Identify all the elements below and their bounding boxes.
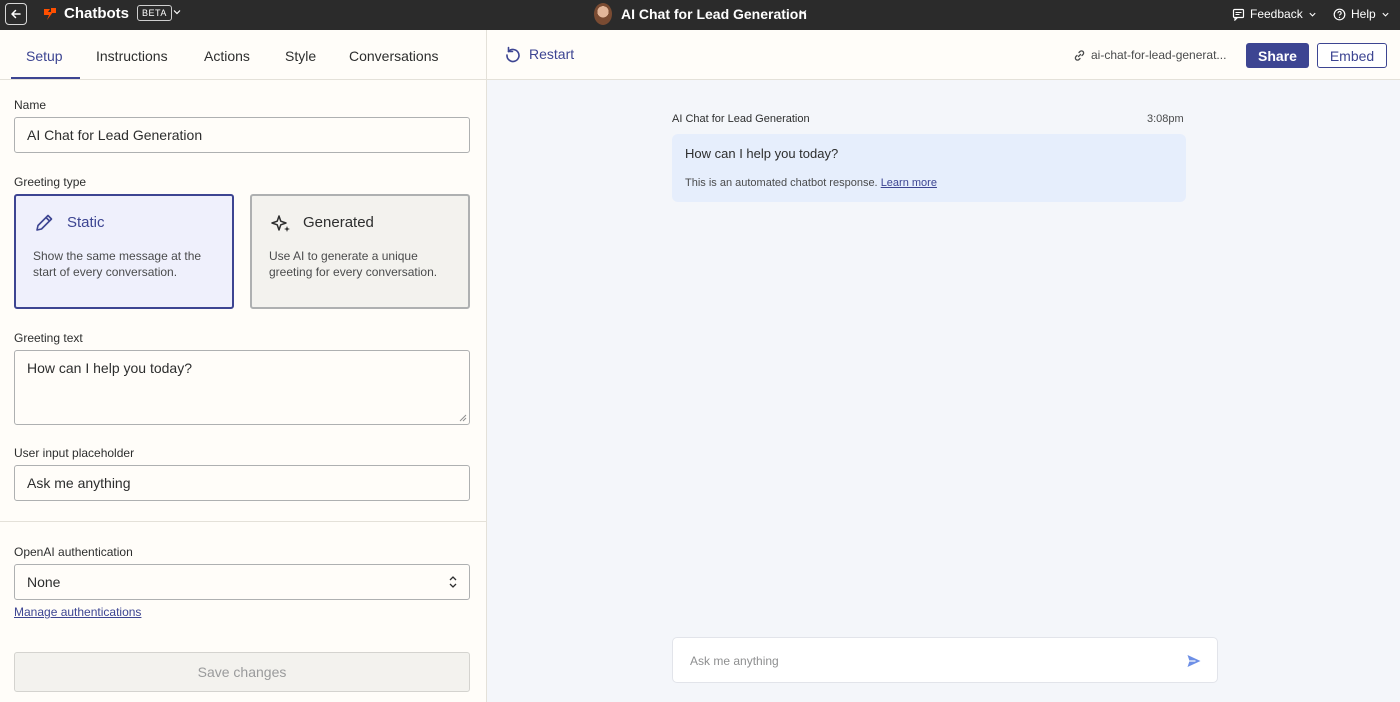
message-timestamp: 3:08pm	[1147, 113, 1184, 125]
tab-style[interactable]: Style	[285, 47, 316, 65]
placeholder-label: User input placeholder	[14, 446, 135, 460]
automated-note-text: This is an automated chatbot response.	[685, 177, 878, 189]
restart-button[interactable]: Restart	[504, 45, 574, 63]
help-label: Help	[1351, 7, 1376, 21]
top-bar: Chatbots BETA AI Chat for Lead Generatio…	[0, 0, 1400, 30]
greeting-text-field[interactable]: How can I help you today?	[14, 350, 470, 425]
select-arrows-icon	[449, 576, 457, 588]
greeting-type-static-option[interactable]: Static Show the same message at the star…	[14, 194, 234, 309]
restart-icon	[506, 46, 520, 63]
tab-actions[interactable]: Actions	[204, 47, 250, 65]
tab-bar: Setup Instructions Actions Style Convers…	[0, 30, 486, 80]
name-field[interactable]: AI Chat for Lead Generation	[14, 117, 470, 153]
tab-setup[interactable]: Setup	[26, 47, 63, 65]
active-tab-indicator	[11, 77, 80, 79]
feedback-menu[interactable]: Feedback	[1232, 6, 1317, 22]
chevron-down-icon[interactable]	[172, 7, 182, 17]
chatbot-url-link[interactable]: ai-chat-for-lead-generat...	[1073, 48, 1226, 62]
resize-handle-icon[interactable]	[459, 414, 467, 422]
help-icon	[1333, 8, 1346, 20]
preview-header: Restart ai-chat-for-lead-generat... Shar…	[487, 30, 1400, 80]
chat-input-placeholder: Ask me anything	[690, 654, 779, 668]
back-button[interactable]	[5, 3, 27, 25]
restart-label: Restart	[529, 46, 575, 62]
openai-auth-select[interactable]: None	[14, 564, 470, 600]
chevron-down-icon[interactable]	[798, 7, 808, 17]
generated-title: Generated	[303, 214, 374, 231]
app-name[interactable]: Chatbots	[64, 5, 129, 23]
avatar	[594, 3, 612, 25]
placeholder-value: Ask me anything	[27, 475, 131, 491]
send-icon[interactable]	[1186, 653, 1202, 669]
greeting-text-label: Greeting text	[14, 331, 83, 345]
beta-badge: BETA	[137, 5, 172, 21]
bot-message-bubble: How can I help you today? This is an aut…	[672, 134, 1186, 202]
tab-instructions[interactable]: Instructions	[96, 47, 168, 65]
chevron-down-icon	[1309, 12, 1316, 17]
share-button[interactable]: Share	[1246, 43, 1309, 68]
openai-auth-value: None	[27, 574, 61, 590]
openai-auth-label: OpenAI authentication	[14, 545, 133, 559]
zapier-logo-icon	[44, 8, 56, 20]
pencil-icon	[36, 214, 53, 231]
tab-conversations[interactable]: Conversations	[349, 47, 439, 65]
manage-authentications-link[interactable]: Manage authentications	[14, 605, 141, 619]
chat-message-input[interactable]: Ask me anything	[672, 637, 1218, 683]
static-description: Show the same message at the start of ev…	[33, 249, 202, 279]
feedback-icon	[1232, 8, 1245, 21]
chat-preview-panel: Restart ai-chat-for-lead-generat... Shar…	[487, 30, 1400, 702]
chat-bot-name: AI Chat for Lead Generation	[672, 113, 810, 125]
name-label: Name	[14, 98, 47, 112]
user-input-placeholder-field[interactable]: Ask me anything	[14, 465, 470, 501]
sparkle-icon	[271, 215, 290, 232]
bot-greeting-text: How can I help you today?	[685, 146, 839, 161]
settings-panel: Setup Instructions Actions Style Convers…	[0, 30, 487, 702]
greeting-type-label: Greeting type	[14, 175, 87, 189]
chatbot-url-text: ai-chat-for-lead-generat...	[1091, 48, 1227, 62]
feedback-label: Feedback	[1250, 7, 1303, 21]
embed-button[interactable]: Embed	[1317, 43, 1387, 68]
name-value: AI Chat for Lead Generation	[27, 127, 203, 143]
help-menu[interactable]: Help	[1333, 6, 1390, 22]
save-changes-button[interactable]: Save changes	[14, 652, 470, 692]
automated-response-note: This is an automated chatbot response. L…	[685, 176, 937, 190]
chatbot-title[interactable]: AI Chat for Lead Generation	[621, 5, 807, 23]
arrow-left-icon	[11, 9, 21, 19]
section-divider	[0, 521, 486, 522]
greeting-type-generated-option[interactable]: Generated Use AI to generate a unique gr…	[250, 194, 470, 309]
link-icon	[1074, 49, 1085, 61]
generated-description: Use AI to generate a unique greeting for…	[269, 249, 438, 279]
greeting-text-value: How can I help you today?	[27, 360, 192, 376]
static-title: Static	[67, 214, 105, 231]
learn-more-link[interactable]: Learn more	[881, 177, 937, 189]
chevron-down-icon	[1382, 12, 1389, 17]
